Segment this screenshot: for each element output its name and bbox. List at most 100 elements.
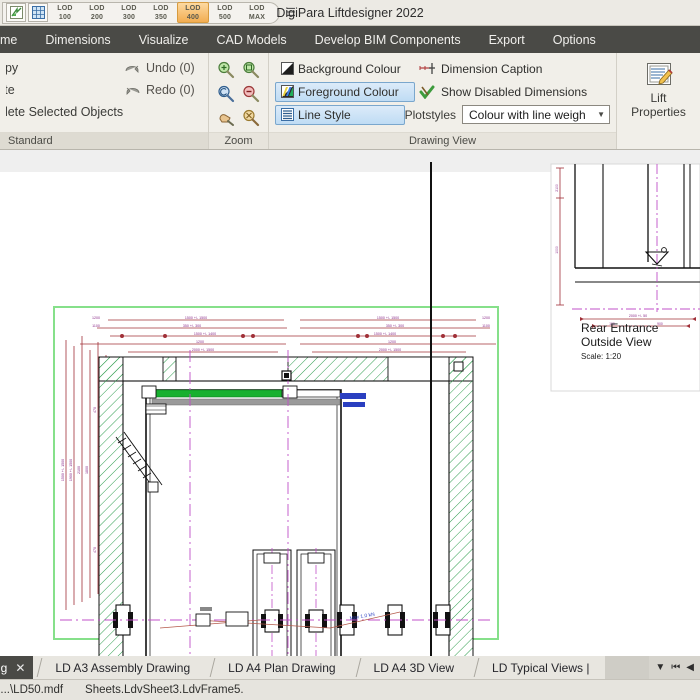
sheet-tab-active[interactable]: ng ✕ <box>0 656 34 679</box>
chevron-down-icon: ▼ <box>597 110 605 119</box>
copy-button[interactable]: opy <box>6 61 124 75</box>
svg-text:1800: 1800 <box>85 466 89 474</box>
lod-button-400[interactable]: LOD 400 <box>177 2 209 23</box>
sheet-tab-active-label: ng <box>0 660 8 675</box>
redo-icon <box>126 87 140 95</box>
svg-text:1900 +/- 1500: 1900 +/- 1500 <box>69 459 73 481</box>
lod-top: LOD <box>89 4 105 12</box>
svg-text:1500 +/- 1400: 1500 +/- 1400 <box>374 332 396 336</box>
plotstyles-label: Plotstyles <box>404 107 456 122</box>
sheet-tab-ld-a3-assembly-drawing[interactable]: LD A3 Assembly Drawing <box>33 656 207 679</box>
line-style-label: Line Style <box>298 107 351 122</box>
detail-view-rear-entrance: 2100 1000 2000 +/- 50 100 900 Rear Entra… <box>550 163 700 392</box>
zoom-extents-icon[interactable] <box>241 107 263 128</box>
ribbon-group-standard: opy Undo (0) ste <box>0 53 208 149</box>
svg-text:2100: 2100 <box>77 466 81 474</box>
detail-view-scale: Scale: 1:20 <box>581 352 622 361</box>
paste-row: ste Redo (0) <box>6 79 202 101</box>
undo-button[interactable]: Undo (0) <box>124 61 195 75</box>
svg-text:2000 +/- 50: 2000 +/- 50 <box>629 314 647 318</box>
sheet-tab-label: LD A4 3D View <box>373 660 455 675</box>
redo-label: Redo (0) <box>146 83 195 97</box>
sheet-tab-label: LD A3 Assembly Drawing <box>55 660 191 675</box>
svg-text:1100: 1100 <box>92 324 100 328</box>
sheet-tab-ld-a4-3d-view[interactable]: LD A4 3D View <box>351 656 471 679</box>
dimension-caption-label: Dimension Caption <box>441 61 543 76</box>
background-colour-icon <box>281 62 294 75</box>
status-file: 2...\LD50.mdf <box>0 684 64 696</box>
delete-selected-objects-button[interactable]: elete Selected Objects <box>6 101 202 123</box>
redo-button[interactable]: Redo (0) <box>124 83 195 97</box>
tab-home[interactable]: me <box>0 26 31 53</box>
tab-develop-bim-components[interactable]: Develop BIM Components <box>301 26 475 53</box>
show-disabled-dimensions-icon <box>419 85 435 99</box>
sheet-tab-ld-typical-views[interactable]: LD Typical Views | <box>470 656 606 679</box>
svg-text:470: 470 <box>93 547 97 553</box>
foreground-colour-label: Foreground Colour <box>298 84 399 99</box>
zoom-window-icon[interactable] <box>241 59 263 80</box>
svg-text:2000 +/- 1500: 2000 +/- 1500 <box>192 348 214 352</box>
lod-top: LOD <box>185 4 201 12</box>
close-icon[interactable]: ✕ <box>15 661 25 675</box>
tab-options[interactable]: Options <box>539 26 610 53</box>
drawing-canvas[interactable]: 2100 1000 2000 +/- 50 100 900 Rear Entra… <box>0 150 700 656</box>
tab-cad-models[interactable]: CAD Models <box>203 26 301 53</box>
lod-button-200[interactable]: LOD 200 <box>81 2 113 23</box>
tab-first-icon[interactable]: ⏮ <box>671 662 680 673</box>
zoom-in-icon[interactable] <box>215 59 237 80</box>
plotstyles-select[interactable]: Colour with line weigh ▼ <box>462 105 610 124</box>
copy-row: opy Undo (0) <box>6 57 202 79</box>
delete-label: elete Selected Objects <box>6 105 124 119</box>
lod-button-100[interactable]: LOD 100 <box>49 2 81 23</box>
svg-text:1200: 1200 <box>92 316 100 320</box>
lod-bottom: MAX <box>248 13 266 21</box>
svg-text:1100: 1100 <box>482 324 490 328</box>
lod-bottom: 400 <box>186 13 200 21</box>
lift-properties-icon <box>646 63 673 85</box>
svg-text:1000: 1000 <box>555 246 559 254</box>
detail-view-title-line2: Outside View <box>581 335 652 349</box>
tab-export[interactable]: Export <box>475 26 539 53</box>
foreground-colour-icon <box>281 85 294 98</box>
ribbon-group-title-zoom: Zoom <box>209 132 268 149</box>
lod-top: LOD <box>153 4 169 12</box>
quick-access-toolbar: LOD 100 LOD 200 LOD 300 LOD 350 LOD 400 … <box>2 1 280 24</box>
lod-button-300[interactable]: LOD 300 <box>113 2 145 23</box>
lod-bottom: 200 <box>90 13 104 21</box>
lod-top: LOD <box>249 4 265 12</box>
lod-button-max[interactable]: LOD MAX <box>241 2 273 23</box>
sheet-tab-label: LD A4 Plan Drawing <box>228 660 336 675</box>
paste-label: ste <box>6 83 15 97</box>
export-icon[interactable] <box>6 3 26 22</box>
lod-bottom: 350 <box>154 13 168 21</box>
tab-dimensions[interactable]: Dimensions <box>31 26 124 53</box>
zoom-previous-icon[interactable] <box>215 83 237 104</box>
zoom-pan-icon[interactable] <box>215 107 237 128</box>
tab-list-dropdown-icon[interactable]: ▼ <box>655 662 665 673</box>
line-style-icon <box>281 108 294 121</box>
foreground-colour-button[interactable]: Foreground Colour <box>275 81 415 102</box>
title-bar: LOD 100 LOD 200 LOD 300 LOD 350 LOD 400 … <box>0 0 700 26</box>
lod-button-350[interactable]: LOD 350 <box>145 2 177 23</box>
lod-top: LOD <box>57 4 73 12</box>
plotstyles-value: Colour with line weigh <box>469 107 586 122</box>
paste-button[interactable]: ste <box>6 83 124 97</box>
zoom-out-icon[interactable] <box>241 83 263 104</box>
undo-icon <box>125 65 139 73</box>
line-style-button[interactable]: Line Style <box>275 104 405 125</box>
copy-label: opy <box>6 61 19 75</box>
grid-icon[interactable] <box>28 3 48 22</box>
background-colour-button[interactable]: Background Colour <box>275 59 415 79</box>
svg-text:1200: 1200 <box>196 340 204 344</box>
tab-prev-icon[interactable]: ◀ <box>686 662 694 673</box>
ribbon-tab-bar: me Dimensions Visualize CAD Models Devel… <box>0 26 700 53</box>
svg-text:1200: 1200 <box>388 340 396 344</box>
dimension-caption-button[interactable]: Dimension Caption <box>415 62 542 76</box>
lift-properties-button[interactable]: Lift Properties <box>623 57 694 119</box>
qat-overflow-icon[interactable]: ☰ <box>286 6 296 19</box>
tab-visualize[interactable]: Visualize <box>125 26 203 53</box>
detail-view-title-line1: Rear Entrance <box>581 321 659 335</box>
lod-button-500[interactable]: LOD 500 <box>209 2 241 23</box>
show-disabled-dimensions-button[interactable]: Show Disabled Dimensions <box>415 85 587 99</box>
sheet-tab-ld-a4-plan-drawing[interactable]: LD A4 Plan Drawing <box>206 656 352 679</box>
